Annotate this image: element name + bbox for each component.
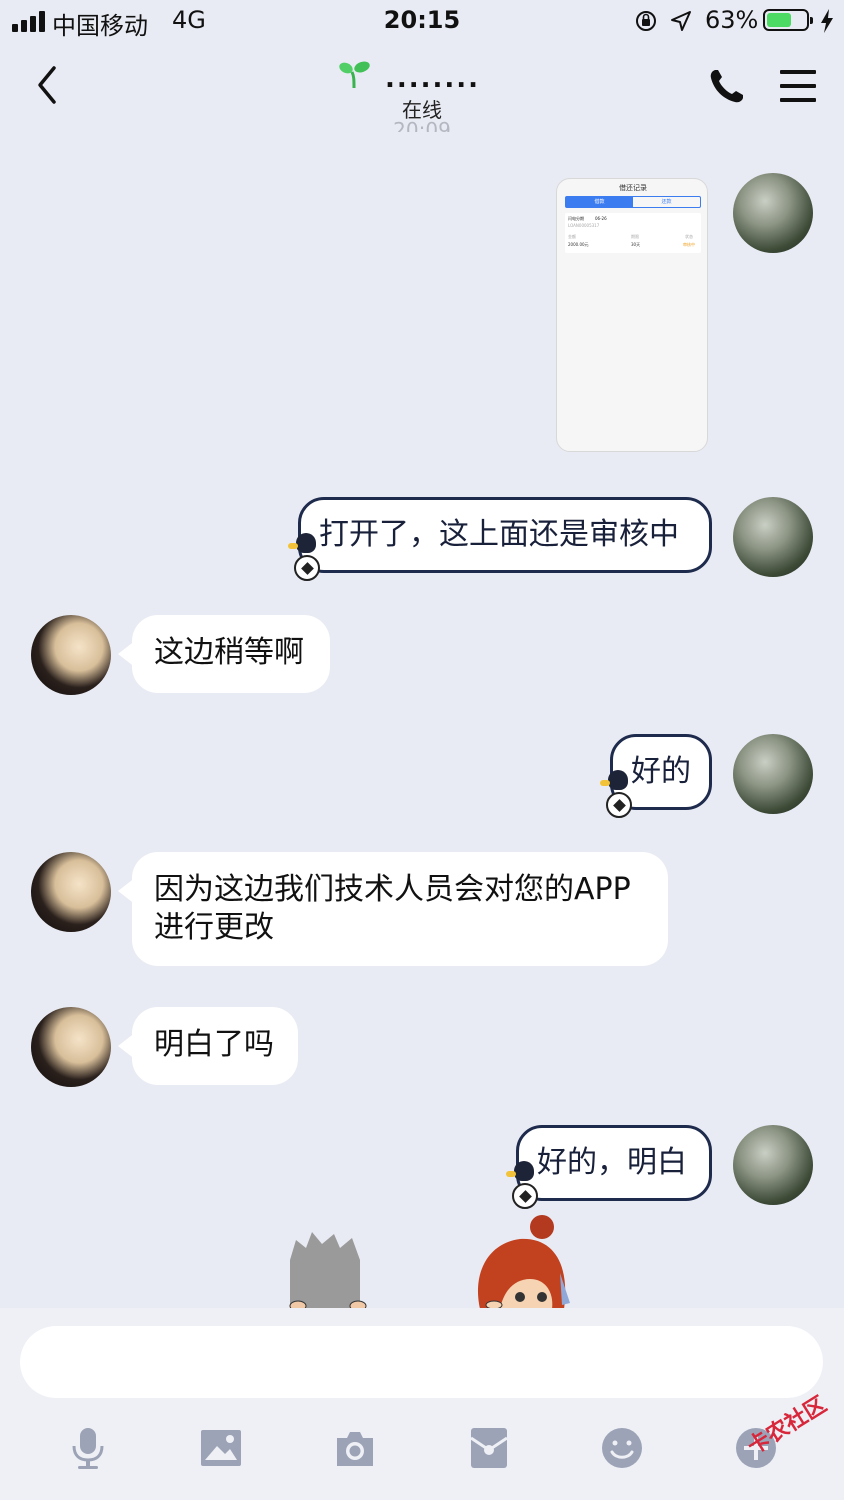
message-text: 打开了，这上面还是审核中 <box>319 517 679 552</box>
shot-label-state: 状态 <box>685 234 693 239</box>
penguin-ball-icon <box>600 770 640 822</box>
message-input[interactable] <box>20 1326 823 1398</box>
message-text: 好的 <box>631 754 691 789</box>
contact-name[interactable]: ........ <box>385 64 480 94</box>
avatar[interactable] <box>31 852 111 932</box>
avatar[interactable] <box>733 734 813 814</box>
avatar[interactable] <box>31 1007 111 1087</box>
shot-amount: 2000.00元 <box>568 242 589 247</box>
red-packet-icon[interactable] <box>467 1426 511 1470</box>
shot-loan-name: 闪电分期 <box>568 216 584 221</box>
message-bubble[interactable]: 因为这边我们技术人员会对您的APP进行更改 <box>132 852 668 966</box>
shot-label-amount: 金额 <box>568 234 576 239</box>
mic-icon[interactable] <box>66 1426 110 1470</box>
shared-image-message[interactable]: 借还记录 借款 还款 闪电分期 06-26 LOAN00005317 金额 期限… <box>556 178 708 452</box>
penguin-ball-icon <box>506 1161 546 1213</box>
peeking-girl-icon <box>477 1215 570 1309</box>
message-bubble[interactable]: 明白了吗 <box>132 1007 298 1085</box>
menu-icon[interactable] <box>780 70 816 102</box>
peeking-character-icon <box>289 1232 367 1310</box>
sprout-icon <box>339 61 370 89</box>
emoji-icon[interactable] <box>600 1426 644 1470</box>
timestamp: 20:09 <box>393 118 451 132</box>
shot-loan-date: 06-26 <box>595 216 607 221</box>
camera-icon[interactable] <box>333 1426 377 1470</box>
shot-tab-repay: 还款 <box>661 199 672 205</box>
shot-loan-number: LOAN00005317 <box>568 223 600 228</box>
shot-label-term: 期限 <box>631 234 639 239</box>
message-text: 因为这边我们技术人员会对您的APP进行更改 <box>154 872 631 945</box>
phone-call-icon[interactable] <box>707 66 747 106</box>
shot-term: 30天 <box>631 242 641 247</box>
shot-tabs: 借款 还款 <box>565 196 701 208</box>
avatar[interactable] <box>733 173 813 253</box>
status-bar: 中国移动 4G 20:15 63% <box>0 0 844 44</box>
rotation-lock-icon <box>636 11 656 31</box>
message-bubble[interactable]: 这边稍等啊 <box>132 615 330 693</box>
battery-icon <box>763 9 813 31</box>
image-icon[interactable] <box>199 1426 243 1470</box>
penguin-ball-icon <box>288 533 328 585</box>
message-text: 好的，明白 <box>537 1145 687 1180</box>
message-text: 这边稍等啊 <box>154 635 304 670</box>
avatar[interactable] <box>733 497 813 577</box>
shot-tab-borrow: 借款 <box>566 197 633 207</box>
charging-icon <box>821 9 833 33</box>
avatar[interactable] <box>733 1125 813 1205</box>
shot-state: 审核中 <box>683 242 695 247</box>
location-icon <box>671 11 691 31</box>
shot-title: 借还记录 <box>619 184 647 192</box>
message-bubble[interactable]: 打开了，这上面还是审核中 <box>298 497 712 573</box>
avatar[interactable] <box>31 615 111 695</box>
battery-percent: 63% <box>705 6 759 34</box>
shot-loan-card: 闪电分期 06-26 LOAN00005317 金额 期限 状态 2000.00… <box>565 213 701 253</box>
message-text: 明白了吗 <box>154 1027 274 1062</box>
